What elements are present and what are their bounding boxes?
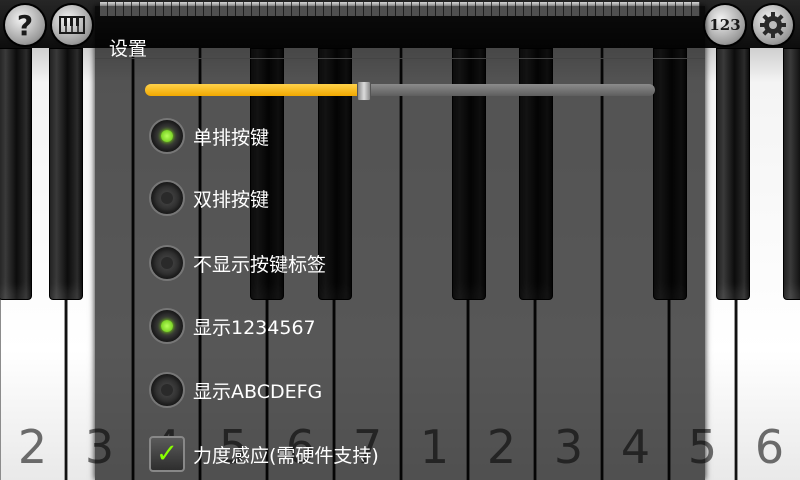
option-label: 双排按键 (193, 188, 270, 211)
key-label: 6 (754, 420, 785, 474)
keys-glyph (59, 16, 85, 34)
volume-slider[interactable] (145, 81, 655, 101)
option-label: 显示1234567 (193, 316, 316, 339)
radio-indicator (161, 257, 173, 269)
black-key[interactable] (716, 48, 750, 300)
slider-thumb[interactable] (357, 81, 372, 101)
option-single-row[interactable]: 单排按键 (149, 116, 269, 156)
slider-fill (145, 84, 365, 96)
radio-indicator (161, 320, 173, 332)
black-key[interactable] (49, 48, 83, 300)
gear-glyph (760, 12, 786, 38)
radio-button[interactable] (149, 118, 185, 154)
option-label: 不显示按键标签 (193, 253, 327, 276)
option-show-numbers[interactable]: 显示1234567 (149, 306, 316, 346)
black-key[interactable] (0, 48, 32, 300)
radio-button[interactable] (149, 180, 185, 216)
title-divider (95, 58, 705, 59)
checkbox[interactable]: ✓ (149, 436, 185, 472)
option-label: 单排按键 (193, 126, 270, 149)
option-show-letters[interactable]: 显示ABCDEFG (149, 370, 322, 410)
option-hide-labels[interactable]: 不显示按键标签 (149, 243, 326, 283)
radio-indicator (161, 192, 173, 204)
keyboard-layout-icon[interactable] (52, 5, 92, 45)
radio-button[interactable] (149, 245, 185, 281)
option-double-row[interactable]: 双排按键 (149, 178, 269, 218)
dialog-title: 设置 (109, 38, 148, 60)
option-velocity[interactable]: ✓ 力度感应(需硬件支持) (149, 434, 379, 474)
checkbox-label: 力度感应(需硬件支持) (193, 444, 379, 467)
radio-button[interactable] (149, 308, 185, 344)
piano-app: 2 3 4 5 6 7 1 2 3 4 5 6 ? (0, 0, 800, 480)
radio-indicator (161, 384, 173, 396)
radio-indicator (161, 130, 173, 142)
gear-icon[interactable] (753, 5, 793, 45)
black-key[interactable] (783, 48, 800, 300)
key-label: 2 (17, 420, 48, 474)
radio-button[interactable] (149, 372, 185, 408)
number-labels-button[interactable]: 123 (705, 5, 745, 45)
settings-dialog: 设置 单排按键 双排按键 不显示按键标签 显示1234567 显示ABCDEFG (95, 6, 705, 480)
help-icon[interactable]: ? (5, 5, 45, 45)
option-label: 显示ABCDEFG (193, 380, 323, 403)
